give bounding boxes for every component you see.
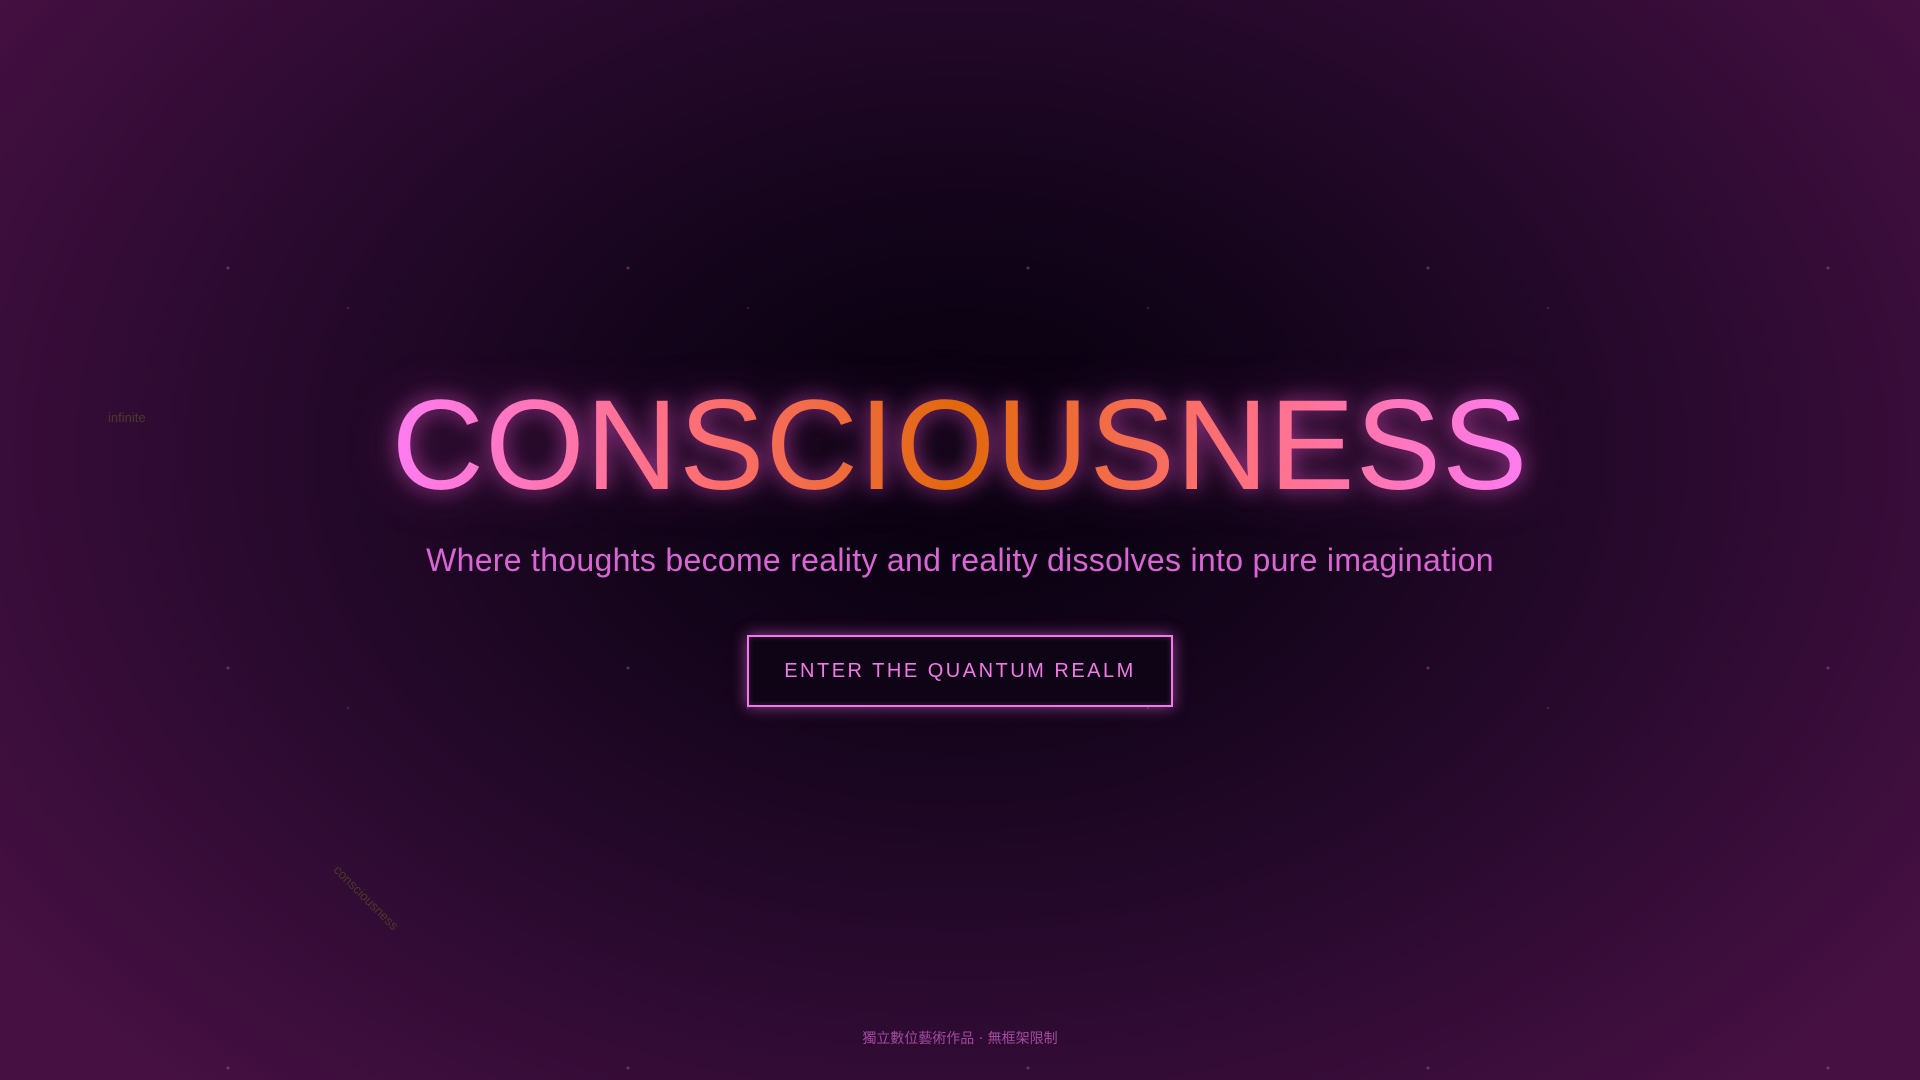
hero-title: CONSCIOUSNESS bbox=[392, 372, 1529, 520]
hero-section: CONSCIOUSNESS Where thoughts become real… bbox=[0, 372, 1920, 707]
floating-word-consciousness: consciousness bbox=[330, 862, 402, 934]
enter-quantum-realm-button[interactable]: ENTER THE QUANTUM REALM bbox=[747, 635, 1173, 707]
hero-subtitle: Where thoughts become reality and realit… bbox=[426, 542, 1494, 578]
footer-text: 獨立數位藝術作品 · 無框架限制 bbox=[862, 1031, 1058, 1047]
